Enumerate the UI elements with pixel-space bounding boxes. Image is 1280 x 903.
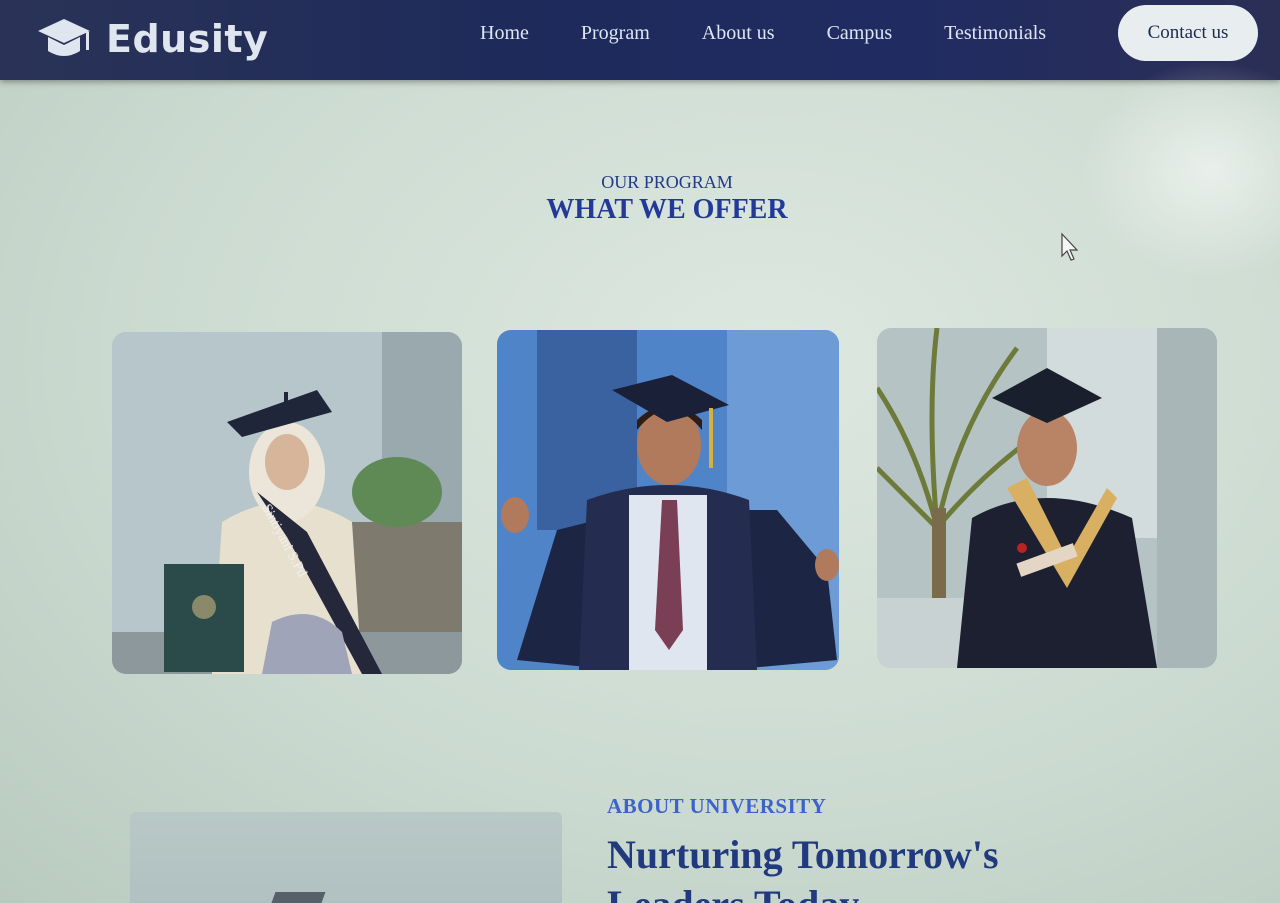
nav-link-testimonials[interactable]: Testimonials	[944, 18, 1046, 48]
contact-us-button[interactable]: Contact us	[1118, 5, 1258, 61]
graduate-photo-1: Sintiyani S.Pd	[112, 332, 462, 674]
about-title: Nurturing Tomorrow's Leaders Today	[607, 832, 999, 903]
graduation-cap-icon	[38, 19, 90, 56]
program-title: WHAT WE OFFER	[546, 194, 788, 225]
graduate-photo-2	[497, 330, 839, 670]
program-card-2[interactable]	[497, 330, 839, 670]
mouse-pointer-icon	[1061, 232, 1079, 261]
nav-link-campus[interactable]: Campus	[827, 18, 893, 48]
graduate-photo-3	[877, 328, 1217, 668]
screen-glare	[1080, 60, 1280, 280]
nav-link-about-us[interactable]: About us	[702, 18, 775, 48]
about-image	[130, 812, 562, 903]
nav-link-home[interactable]: Home	[480, 18, 529, 48]
nav-link-program[interactable]: Program	[581, 18, 650, 48]
brand-name: Edusity	[106, 17, 269, 61]
about-image-detail	[264, 892, 326, 903]
program-card-1[interactable]: Sintiyani S.Pd	[112, 332, 462, 674]
nav-links: Home Program About us Campus Testimonial…	[480, 18, 1046, 48]
about-subtitle: ABOUT UNIVERSITY	[607, 794, 827, 818]
navbar: Edusity Home Program About us Campus Tes…	[0, 0, 1280, 80]
logo[interactable]: Edusity	[36, 14, 268, 64]
program-subtitle: OUR PROGRAM	[601, 172, 733, 192]
page: Edusity Home Program About us Campus Tes…	[0, 0, 1280, 903]
program-card-3[interactable]	[877, 328, 1217, 668]
